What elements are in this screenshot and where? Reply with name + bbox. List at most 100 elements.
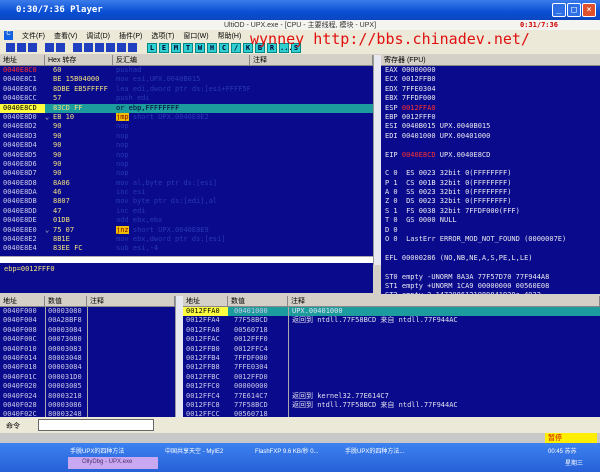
- dump-row[interactable]: 0040F00C 00073080: [0, 335, 175, 345]
- register-line[interactable]: A 0 SS 0023 32bit 0(FFFFFFFF): [381, 188, 600, 197]
- register-line[interactable]: ECX 0012FFB0: [381, 75, 600, 84]
- dump-row[interactable]: 0040F004 00A28BF8: [0, 316, 175, 326]
- goto-icon[interactable]: [128, 43, 137, 52]
- disasm-row[interactable]: 0040E8D4 90 nop: [0, 141, 373, 150]
- trace-into-icon[interactable]: [95, 43, 104, 52]
- stack-row[interactable]: 0012FFC0 00000000: [183, 382, 600, 392]
- register-line[interactable]: ST1 empty +UNORM 1CA9 00000000 00560E08: [381, 282, 600, 291]
- menu-item[interactable]: 帮助(H): [218, 31, 242, 41]
- dump-pane[interactable]: 0040F000 00003080 0040F004 00A28BF8 0040F008…: [0, 307, 175, 417]
- taskbar-item[interactable]: FlashFXP 9.6 KB/秒 0...: [255, 446, 343, 456]
- stack-pane[interactable]: 0012FFA0 00401000 UPX.00401000 0012FFA4 77F5…: [183, 307, 600, 417]
- disasm-row[interactable]: 0040E8C0 60 pushad: [0, 66, 373, 75]
- register-line[interactable]: D 0: [381, 226, 600, 235]
- dump-row[interactable]: 0040F018 00003084: [0, 363, 175, 373]
- register-line[interactable]: EIP 0040E8CD UPX.0040E8CD: [381, 151, 600, 160]
- open-icon[interactable]: [6, 43, 15, 52]
- column-header[interactable]: 地址: [0, 55, 45, 65]
- toolbar-window-button[interactable]: E: [159, 42, 169, 53]
- close-button[interactable]: ×: [582, 3, 596, 17]
- registers-pane[interactable]: EAX 00000000 ECX 0012FFB0 EDX 7FFE0304 EBX …: [381, 66, 600, 294]
- disasm-row[interactable]: 0040E8C6 8DBE EB5FFFFF lea edi,dword ptr d…: [0, 85, 373, 94]
- disasm-row[interactable]: 0040E8E2 8B1E mov ebx,dword ptr ds:[esi]: [0, 235, 373, 244]
- register-line[interactable]: EDX 7FFE0304: [381, 85, 600, 94]
- register-line[interactable]: S 1 FS 0038 32bit 7FFDF000(FFF): [381, 207, 600, 216]
- disasm-row[interactable]: 0040E8CD 83CD FF or ebp,FFFFFFFF: [0, 103, 373, 113]
- taskbar-item[interactable]: 手脱UPX的四种方法: [70, 446, 158, 456]
- dump-row[interactable]: 0040F008 00003084: [0, 325, 175, 336]
- toolbar-window-button[interactable]: M: [171, 42, 181, 53]
- register-line[interactable]: EDI 00401000 UPX.00401000: [381, 132, 600, 141]
- menu-item[interactable]: 插件(P): [119, 31, 142, 41]
- column-header[interactable]: 注释: [87, 296, 175, 306]
- rewind-icon[interactable]: [17, 43, 26, 52]
- register-line[interactable]: [381, 160, 600, 169]
- stack-row[interactable]: 0012FFAC 0012FFF0: [183, 335, 600, 345]
- dump-row[interactable]: 0040F024 80003218: [0, 391, 175, 401]
- menu-item[interactable]: 选项(T): [151, 31, 174, 41]
- menu-item[interactable]: 文件(F): [22, 31, 45, 41]
- run-icon[interactable]: [45, 43, 54, 52]
- disasm-row[interactable]: 0040E8D3 90 nop: [0, 132, 373, 141]
- stack-row[interactable]: 0012FFB8 7FFE0304: [183, 363, 600, 373]
- disassembly-pane[interactable]: 0040E8C0 60 pushad 0040E8C1 BE 15B04000 mov e…: [0, 66, 373, 256]
- dump-row[interactable]: 0040F010 00003083: [0, 344, 175, 354]
- toolbar-window-button[interactable]: T: [183, 42, 193, 53]
- stack-row[interactable]: 0012FFA0 00401000 UPX.00401000: [183, 307, 600, 317]
- disasm-row[interactable]: 0040E8E4 83EE FC sub esi,-4: [0, 244, 373, 253]
- register-line[interactable]: EFL 00000286 (NO,NB,NE,A,S,PE,L,LE): [381, 254, 600, 263]
- stack-row[interactable]: 0012FFA4 77F58BCD 返回到 ntdll.77F58BCD 来自 nt…: [183, 316, 600, 326]
- menu-item[interactable]: 调试(D): [86, 31, 110, 41]
- register-line[interactable]: ESI 0040B015 UPX.0040B015: [381, 122, 600, 131]
- column-header[interactable]: Hex 转存: [45, 55, 113, 65]
- stack-row[interactable]: 0012FFB4 7FFDF000: [183, 353, 600, 364]
- register-line[interactable]: T 0 GS 0000 NULL: [381, 216, 600, 225]
- toolbar-window-button[interactable]: L: [147, 42, 157, 53]
- register-line[interactable]: P 1 CS 001B 32bit 0(FFFFFFFF): [381, 179, 600, 188]
- dump-row[interactable]: 0040F028 00003086: [0, 400, 175, 411]
- register-line[interactable]: [381, 141, 600, 150]
- dump-row[interactable]: 0040F000 00003080: [0, 307, 175, 317]
- register-line[interactable]: EAX 00000000: [381, 66, 600, 75]
- menu-item[interactable]: 窗口(W): [183, 31, 208, 41]
- maximize-button[interactable]: □: [567, 3, 581, 17]
- register-line[interactable]: ESP 0012FFA0: [381, 104, 600, 113]
- trace-over-icon[interactable]: [106, 43, 115, 52]
- step-over-icon[interactable]: [84, 43, 93, 52]
- toolbar-window-button[interactable]: C: [219, 42, 229, 53]
- disasm-row[interactable]: 0040E8C1 BE 15B04000 mov esi,UPX.0040B015: [0, 75, 373, 84]
- register-line[interactable]: [381, 263, 600, 272]
- stack-row[interactable]: 0012FFBC 0012FFD0: [183, 372, 600, 383]
- column-header[interactable]: 数值: [45, 296, 87, 306]
- close-icon[interactable]: [28, 43, 37, 52]
- disasm-row[interactable]: 0040E8DE 01DB add ebx,ebx: [0, 216, 373, 225]
- command-input[interactable]: [38, 419, 154, 431]
- register-line[interactable]: EBP 0012FFF0: [381, 113, 600, 122]
- pause-icon[interactable]: [56, 43, 65, 52]
- column-header[interactable]: 地址: [0, 296, 45, 306]
- disasm-row[interactable]: 0040E8D6 90 nop: [0, 160, 373, 169]
- dump-scrollbar[interactable]: [175, 296, 183, 417]
- menu-item[interactable]: 查看(V): [54, 31, 77, 41]
- toolbar-window-button[interactable]: /: [231, 42, 241, 53]
- toolbar-window-button[interactable]: H: [207, 42, 217, 53]
- register-line[interactable]: [381, 244, 600, 253]
- column-header[interactable]: 反汇编: [113, 55, 250, 65]
- register-line[interactable]: C 0 ES 0023 32bit 0(FFFFFFFF): [381, 169, 600, 178]
- column-header[interactable]: 地址: [183, 296, 228, 306]
- taskbar-item[interactable]: 手脱UPX的四种方法...: [345, 446, 433, 456]
- horizontal-scrollbar[interactable]: [0, 256, 373, 263]
- taskbar-active-item[interactable]: OllyDbg - UPX.exe: [68, 457, 158, 469]
- column-header[interactable]: 注释: [250, 55, 373, 65]
- disasm-row[interactable]: 0040E8D8 8A06 mov al,byte ptr ds:[esi]: [0, 179, 373, 188]
- dump-row[interactable]: 0040F01C 000031D0: [0, 372, 175, 383]
- register-line[interactable]: Z 0 DS 0023 32bit 0(FFFFFFFF): [381, 197, 600, 206]
- disasm-row[interactable]: 0040E8D0 ⌄ EB 10 jmp short UPX.0040E8E2: [0, 112, 373, 122]
- disasm-row[interactable]: 0040E8DA 46 inc esi: [0, 188, 373, 197]
- execute-till-return-icon[interactable]: [117, 43, 126, 52]
- dump-row[interactable]: 0040F02C 80003248: [0, 410, 175, 417]
- taskbar-item[interactable]: 中国共享天空 - MyIE2: [165, 446, 253, 456]
- cpu-vertical-scrollbar[interactable]: [373, 55, 381, 265]
- stack-row[interactable]: 0012FFB0 0012FFC4: [183, 344, 600, 354]
- disasm-row[interactable]: 0040E8D7 90 nop: [0, 169, 373, 178]
